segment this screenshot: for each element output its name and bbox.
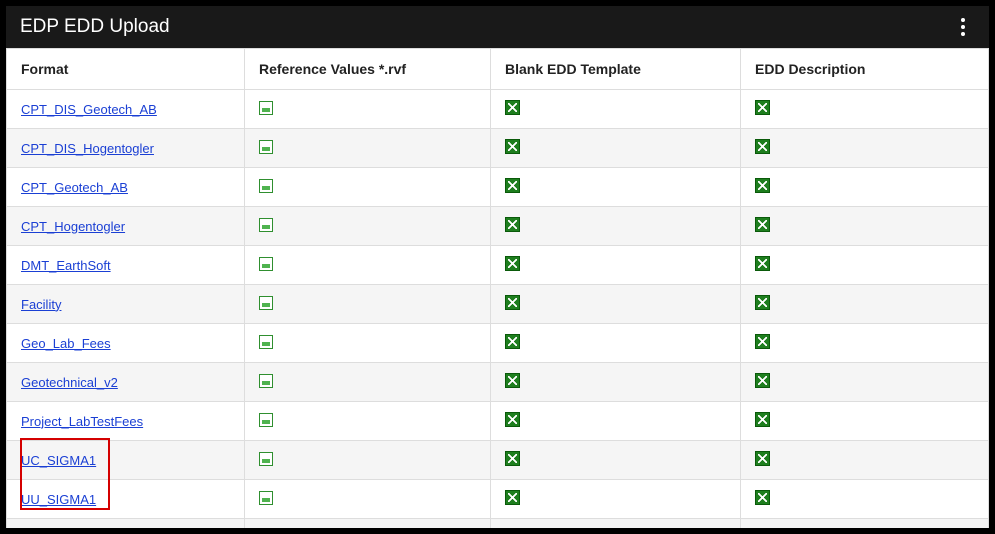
rvf-file-icon[interactable] [259,335,273,349]
excel-file-icon[interactable] [755,100,770,115]
table-row: EQEDD_v2 [7,519,989,529]
format-link[interactable]: DMT_EarthSoft [21,258,111,273]
excel-file-icon[interactable] [505,334,520,349]
more-menu-icon[interactable] [951,15,975,39]
excel-file-icon[interactable] [505,139,520,154]
col-header-description: EDD Description [741,49,989,90]
excel-file-icon[interactable] [505,490,520,505]
excel-file-icon[interactable] [505,295,520,310]
excel-file-icon[interactable] [755,334,770,349]
excel-file-icon[interactable] [755,139,770,154]
rvf-file-icon[interactable] [259,491,273,505]
excel-file-icon[interactable] [505,256,520,271]
excel-file-icon[interactable] [755,451,770,466]
table-row: Geotechnical_v2 [7,363,989,402]
format-link[interactable]: Geo_Lab_Fees [21,336,111,351]
table-row: UC_SIGMA1 [7,441,989,480]
excel-file-icon[interactable] [505,412,520,427]
table-row: CPT_DIS_Geotech_AB [7,90,989,129]
excel-file-icon[interactable] [755,256,770,271]
excel-file-icon[interactable] [505,451,520,466]
excel-file-icon[interactable] [505,100,520,115]
table-row: Facility [7,285,989,324]
table-row: CPT_DIS_Hogentogler [7,129,989,168]
excel-file-icon[interactable] [505,178,520,193]
format-link[interactable]: Facility [21,297,61,312]
excel-file-icon[interactable] [505,217,520,232]
card-title: EDP EDD Upload [20,16,170,38]
card-header: EDP EDD Upload [6,6,989,48]
excel-file-icon[interactable] [755,373,770,388]
col-header-blank-template: Blank EDD Template [491,49,741,90]
format-link[interactable]: CPT_DIS_Hogentogler [21,141,154,156]
format-link[interactable]: CPT_Geotech_AB [21,180,128,195]
excel-file-icon[interactable] [755,217,770,232]
format-link[interactable]: UU_SIGMA1 [21,492,96,507]
table-row: Project_LabTestFees [7,402,989,441]
rvf-file-icon[interactable] [259,140,273,154]
table-row: CPT_Hogentogler [7,207,989,246]
excel-file-icon[interactable] [505,373,520,388]
col-header-reference: Reference Values *.rvf [245,49,491,90]
rvf-file-icon[interactable] [259,179,273,193]
format-link[interactable]: CPT_DIS_Geotech_AB [21,102,157,117]
excel-file-icon[interactable] [755,490,770,505]
table-container: Format Reference Values *.rvf Blank EDD … [6,48,989,528]
rvf-file-icon[interactable] [259,413,273,427]
rvf-file-icon[interactable] [259,374,273,388]
format-link[interactable]: Project_LabTestFees [21,414,143,429]
table-row: DMT_EarthSoft [7,246,989,285]
col-header-format: Format [7,49,245,90]
rvf-file-icon[interactable] [259,257,273,271]
excel-file-icon[interactable] [755,295,770,310]
upload-card: EDP EDD Upload Format Reference Values *… [6,6,989,528]
table-row: Geo_Lab_Fees [7,324,989,363]
format-link[interactable]: UC_SIGMA1 [21,453,96,468]
rvf-file-icon[interactable] [259,101,273,115]
rvf-file-icon[interactable] [259,296,273,310]
format-link[interactable]: CPT_Hogentogler [21,219,125,234]
rvf-file-icon[interactable] [259,218,273,232]
excel-file-icon[interactable] [755,412,770,427]
edd-table: Format Reference Values *.rvf Blank EDD … [6,48,989,528]
rvf-file-icon[interactable] [259,452,273,466]
excel-file-icon[interactable] [755,178,770,193]
table-row: UU_SIGMA1 [7,480,989,519]
table-row: CPT_Geotech_AB [7,168,989,207]
format-link[interactable]: Geotechnical_v2 [21,375,118,390]
